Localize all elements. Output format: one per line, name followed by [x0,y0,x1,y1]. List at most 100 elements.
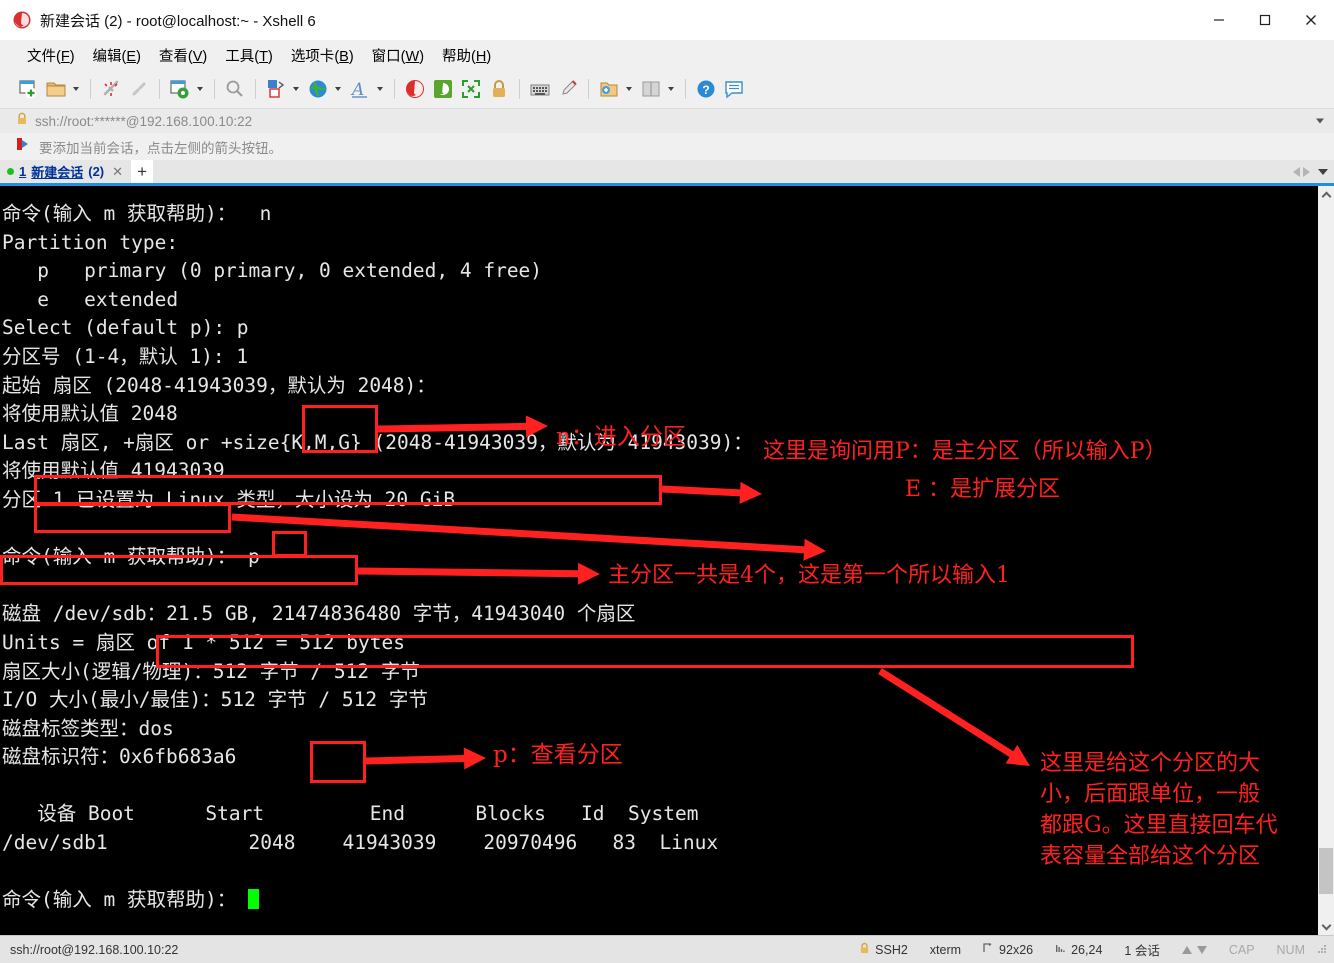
open-folder-dropdown-icon[interactable] [70,76,81,102]
menu-item-edit[interactable]: 编辑(E) [84,42,150,69]
add-to-folder-dropdown-icon[interactable] [623,76,634,102]
status-caps-lock: CAP [1228,942,1255,957]
window-title: 新建会话 (2) - root@localhost:~ - Xshell 6 [40,12,316,30]
globe-icon[interactable] [305,76,331,102]
disconnect-icon[interactable] [98,76,124,102]
find-icon[interactable] [222,76,248,102]
tab-index: 1 [19,164,27,179]
menu-label-window: 窗口 [371,48,401,65]
xftp-icon[interactable] [430,76,456,102]
lock-icon [859,942,870,957]
terminal-area: 命令(输入 m 获取帮助)： n Partition type: p primar… [0,186,1334,935]
new-session-icon[interactable] [15,76,41,102]
file-transfer-dropdown-icon[interactable] [290,76,301,102]
address-bar[interactable]: ssh://root:******@192.168.100.10:22 [0,108,1334,133]
scroll-track[interactable] [1318,203,1334,918]
chevron-down-icon[interactable] [1316,118,1324,124]
chevron-right-icon[interactable] [1303,166,1310,177]
terminal-line: 磁盘标识符：0x6fb683a6 [2,745,237,769]
minimize-button[interactable] [1196,0,1242,40]
status-protocol: SSH2 [848,942,919,957]
xshell-window: 新建会话 (2) - root@localhost:~ - Xshell 6 文… [0,0,1334,963]
add-to-folder-icon[interactable] [596,76,622,102]
block-cursor [247,889,259,910]
terminal-line: 分区 1 已设置为 Linux 类型，大小设为 20 GiB [2,487,456,511]
arrow-up-icon [1181,945,1192,954]
status-screen-size: 92x26 [972,943,1044,957]
close-icon[interactable]: ✕ [112,164,123,180]
toolbar-separator [90,79,91,99]
toolbar-separator [588,79,589,99]
menu-key-file: F [60,48,70,65]
terminal-line: p primary (0 primary, 0 extended, 4 free… [2,259,543,283]
chat-icon[interactable] [721,76,747,102]
menu-item-file[interactable]: 文件(F) [18,42,84,69]
status-terminal-type: xterm [919,943,972,957]
menu-key-window: W [405,48,420,65]
tab-session-1[interactable]: 1 新建会话 (2) ✕ [0,160,132,183]
status-num-lock: NUM [1276,942,1305,957]
terminal-line: Units = 扇区 of 1 * 512 = 512 bytes [2,630,405,654]
menu-label-view: 查看 [158,48,188,65]
chevron-down-icon[interactable] [1318,918,1334,935]
maximize-button[interactable] [1242,0,1288,40]
reconnect-icon[interactable] [126,76,152,102]
scroll-thumb[interactable] [1319,848,1333,894]
font-icon[interactable]: A [347,76,373,102]
title-bar: 新建会话 (2) - root@localhost:~ - Xshell 6 [0,0,1334,40]
screen-icon [983,942,994,957]
toolbar: A ? [0,70,1334,108]
terminal-line: I/O 大小(最小/最佳)：512 字节 / 512 字节 [2,688,428,712]
chevron-down-icon[interactable] [1318,168,1328,175]
font-dropdown-icon[interactable] [374,76,385,102]
terminal-line: 命令(输入 m 获取帮助)： p [2,545,260,569]
menu-key-view: V [192,48,203,65]
session-properties-icon[interactable] [167,76,193,102]
terminal-line: 分区号 (1-4，默认 1): 1 [2,344,249,368]
terminal-line: Last 扇区, +扇区 or +size{K,M,G} (2048-41943… [2,430,753,454]
menu-item-view[interactable]: 查看(V) [150,42,216,69]
help-icon[interactable]: ? [693,76,719,102]
connected-dot [7,168,14,175]
open-folder-icon[interactable] [43,76,69,102]
tab-nav [1293,160,1334,183]
terminal-scrollbar[interactable] [1317,186,1334,935]
layout-icon[interactable] [638,76,664,102]
terminal-line: 命令(输入 m 获取帮助)： n [2,202,272,225]
session-properties-dropdown-icon[interactable] [194,76,205,102]
menu-item-help[interactable]: 帮助(H) [433,42,500,69]
globe-dropdown-icon[interactable] [332,76,343,102]
keyboard-icon[interactable] [527,76,553,102]
menu-item-tabs[interactable]: 选项卡(B) [282,42,363,69]
chevron-up-icon[interactable] [1318,186,1334,203]
menu-label-file: 文件 [27,48,56,65]
close-button[interactable] [1288,0,1334,40]
hint-bar: 要添加当前会话，点击左侧的箭头按钮。 [0,133,1334,160]
file-transfer-icon[interactable] [263,76,289,102]
lock-icon[interactable] [486,76,512,102]
new-tab-button[interactable]: + [131,160,154,183]
chevron-left-icon[interactable] [1293,166,1300,177]
tab-suffix: (2) [88,164,105,179]
status-cursor-position-label: 26,24 [1071,942,1103,957]
toolbar-separator [685,79,686,99]
address-value: ssh://root:******@192.168.100.10:22 [35,113,253,129]
layout-dropdown-icon[interactable] [665,76,676,102]
status-session-count: 1 会话 [1113,940,1170,959]
menu-item-tools[interactable]: 工具(T) [216,42,282,69]
highlight-icon[interactable] [555,76,581,102]
fullscreen-icon[interactable] [458,76,484,102]
arrow-down-icon [1196,945,1207,954]
svg-text:?: ? [702,83,709,97]
xshell-icon[interactable] [402,76,428,102]
status-cursor-position: 26,24 [1044,943,1113,957]
terminal-output[interactable]: 命令(输入 m 获取帮助)： n Partition type: p primar… [0,186,1317,935]
lock-icon [16,112,28,130]
toolbar-separator [159,79,160,99]
menu-item-window[interactable]: 窗口(W) [363,42,433,69]
resize-grip[interactable] [1316,943,1330,957]
terminal-line: e extended [2,287,179,311]
menu-label-edit: 编辑 [92,48,122,65]
red-arrow-icon[interactable] [16,137,31,156]
